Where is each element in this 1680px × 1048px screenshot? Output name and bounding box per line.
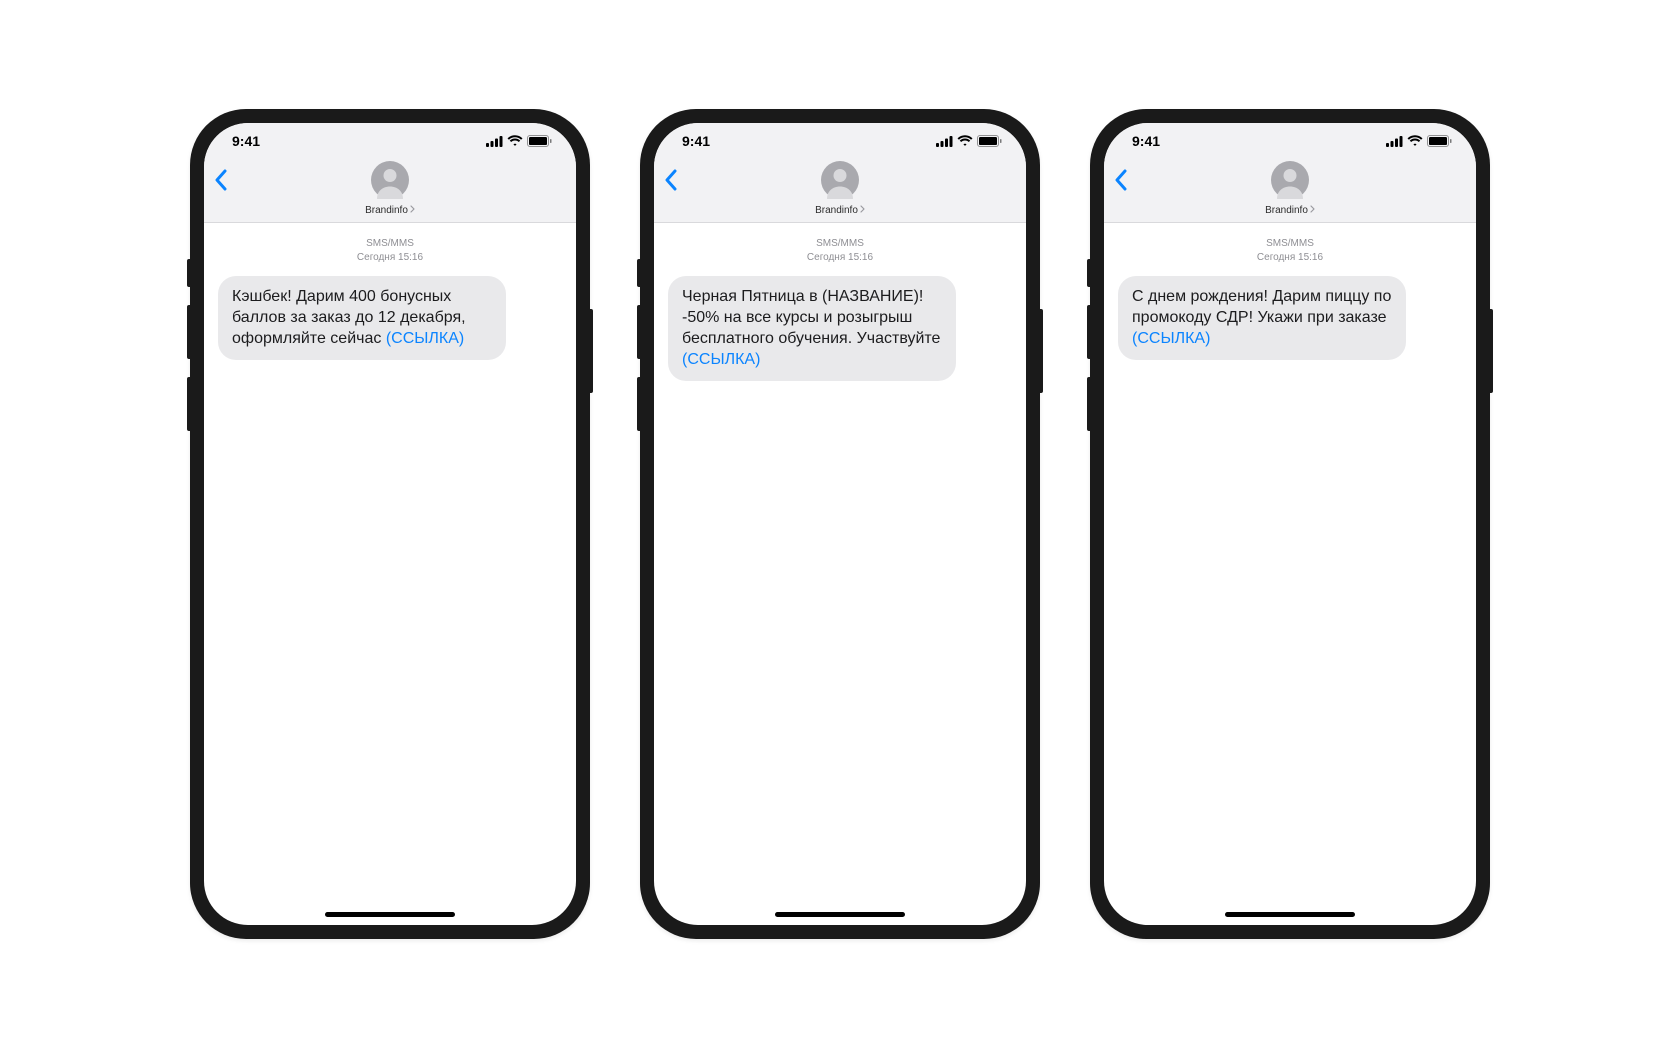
phone-screen: 9:41 Brandinfo [204, 123, 576, 925]
messages-thread[interactable]: Черная Пятница в (НАЗВАНИЕ)! -50% на все… [654, 272, 1026, 925]
phone-screen: 9:41 Brandinfo [654, 123, 1026, 925]
phone-mockup: 9:41 Brandinfo [1090, 109, 1490, 939]
status-bar: 9:41 [654, 123, 1026, 159]
contact-name: Brandinfo [1265, 205, 1308, 216]
phone-side-buttons-left [637, 259, 640, 449]
contact-header[interactable]: Brandinfo [365, 161, 415, 216]
home-indicator[interactable] [325, 912, 455, 917]
thread-type-label: SMS/MMS [654, 237, 1026, 251]
person-icon [821, 161, 859, 199]
status-time: 9:41 [1132, 133, 1160, 149]
messages-thread[interactable]: Кэшбек! Дарим 400 бонусных баллов за зак… [204, 272, 576, 925]
home-indicator[interactable] [775, 912, 905, 917]
status-indicators [936, 135, 1002, 147]
message-bubble[interactable]: Кэшбек! Дарим 400 бонусных баллов за зак… [218, 276, 506, 360]
status-indicators [1386, 135, 1452, 147]
back-button[interactable] [1114, 169, 1127, 196]
message-bubble[interactable]: Черная Пятница в (НАЗВАНИЕ)! -50% на все… [668, 276, 956, 381]
home-indicator[interactable] [1225, 912, 1355, 917]
phone-side-button-right [1490, 309, 1493, 393]
phone-side-button-right [1040, 309, 1043, 393]
wifi-icon [1407, 135, 1423, 147]
chevron-left-icon [664, 169, 677, 191]
cellular-icon [936, 136, 953, 147]
message-text: Черная Пятница в (НАЗВАНИЕ)! -50% на все… [682, 288, 940, 347]
cellular-icon [486, 136, 503, 147]
messages-thread[interactable]: С днем рождения! Дарим пиццу по промокод… [1104, 272, 1476, 925]
message-bubble[interactable]: С днем рождения! Дарим пиццу по промокод… [1118, 276, 1406, 360]
contact-name: Brandinfo [815, 205, 858, 216]
contact-avatar [821, 161, 859, 199]
phone-screen: 9:41 Brandinfo [1104, 123, 1476, 925]
chevron-right-icon [410, 205, 415, 216]
phone-side-buttons-left [187, 259, 190, 449]
thread-type-label: SMS/MMS [1104, 237, 1476, 251]
contact-avatar [1271, 161, 1309, 199]
status-indicators [486, 135, 552, 147]
thread-timestamp: Сегодня 15:16 [654, 251, 1026, 265]
message-link[interactable]: (ССЫЛКА) [682, 351, 760, 368]
wifi-icon [957, 135, 973, 147]
status-time: 9:41 [682, 133, 710, 149]
status-bar: 9:41 [204, 123, 576, 159]
phone-mockup: 9:41 Brandinfo [190, 109, 590, 939]
chevron-left-icon [214, 169, 227, 191]
message-link[interactable]: (ССЫЛКА) [1132, 330, 1210, 347]
chevron-right-icon [860, 205, 865, 216]
messages-nav-header: Brandinfo [1104, 159, 1476, 223]
battery-icon [977, 135, 1002, 147]
person-icon [1271, 161, 1309, 199]
cellular-icon [1386, 136, 1403, 147]
back-button[interactable] [214, 169, 227, 196]
contact-header[interactable]: Brandinfo [815, 161, 865, 216]
message-link[interactable]: (ССЫЛКА) [386, 330, 464, 347]
contact-name: Brandinfo [365, 205, 408, 216]
phone-mockup: 9:41 Brandinfo [640, 109, 1040, 939]
status-time: 9:41 [232, 133, 260, 149]
message-text: С днем рождения! Дарим пиццу по промокод… [1132, 288, 1391, 326]
thread-timestamp: Сегодня 15:16 [1104, 251, 1476, 265]
contact-header[interactable]: Brandinfo [1265, 161, 1315, 216]
chevron-left-icon [1114, 169, 1127, 191]
person-icon [371, 161, 409, 199]
thread-meta: SMS/MMS Сегодня 15:16 [1104, 223, 1476, 272]
thread-meta: SMS/MMS Сегодня 15:16 [654, 223, 1026, 272]
wifi-icon [507, 135, 523, 147]
thread-meta: SMS/MMS Сегодня 15:16 [204, 223, 576, 272]
contact-avatar [371, 161, 409, 199]
status-bar: 9:41 [1104, 123, 1476, 159]
thread-timestamp: Сегодня 15:16 [204, 251, 576, 265]
chevron-right-icon [1310, 205, 1315, 216]
battery-icon [527, 135, 552, 147]
battery-icon [1427, 135, 1452, 147]
back-button[interactable] [664, 169, 677, 196]
messages-nav-header: Brandinfo [654, 159, 1026, 223]
phone-side-buttons-left [1087, 259, 1090, 449]
phone-side-button-right [590, 309, 593, 393]
thread-type-label: SMS/MMS [204, 237, 576, 251]
messages-nav-header: Brandinfo [204, 159, 576, 223]
